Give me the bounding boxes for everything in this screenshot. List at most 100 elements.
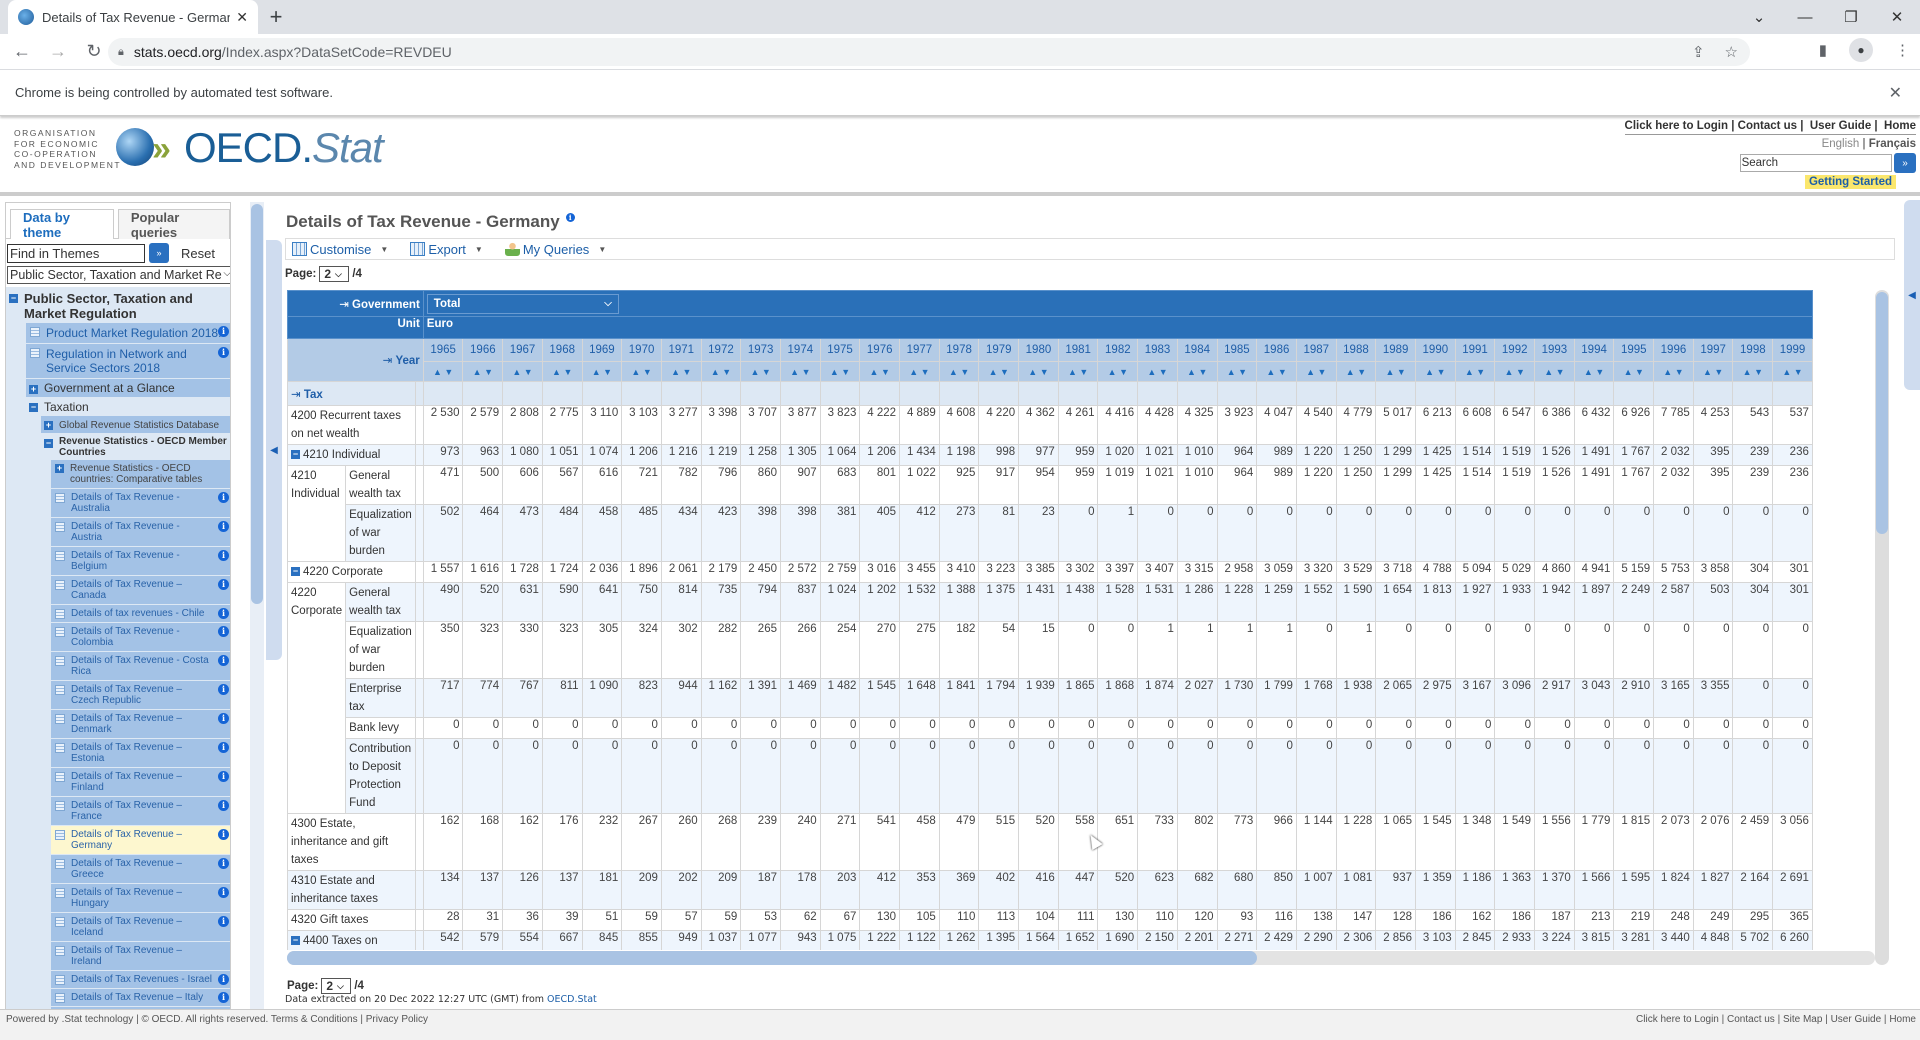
page-select[interactable]: 2 ⌵ bbox=[319, 266, 350, 282]
sort-ascending-icon[interactable]: ▲ bbox=[592, 367, 601, 377]
sort-ascending-icon[interactable]: ▲ bbox=[552, 367, 561, 377]
sort-ascending-icon[interactable]: ▲ bbox=[830, 367, 839, 377]
tree-leaf-country-dataset[interactable]: Details of Tax Revenue – Iceland i bbox=[51, 913, 230, 941]
sort-ascending-icon[interactable]: ▲ bbox=[1743, 367, 1752, 377]
expand-icon[interactable]: + bbox=[29, 385, 38, 394]
tree-leaf-country-dataset[interactable]: Details of Tax Revenue - Australia i bbox=[51, 489, 230, 517]
oecd-stat-link[interactable]: OECD.Stat bbox=[547, 994, 597, 1005]
sort-ascending-icon[interactable]: ▲ bbox=[512, 367, 521, 377]
page-select-bottom[interactable]: 2 ⌵ bbox=[321, 978, 352, 994]
oecd-stat-logo[interactable]: OECD.Stat bbox=[184, 124, 384, 172]
theme-select[interactable]: Public Sector, Taxation and Market Re ⌵ bbox=[7, 266, 230, 284]
tree-leaf-country-dataset[interactable]: Details of Tax Revenue – France i bbox=[51, 797, 230, 825]
back-icon[interactable]: ← bbox=[8, 41, 36, 62]
collapse-icon[interactable]: − bbox=[29, 403, 38, 412]
sort-ascending-icon[interactable]: ▲ bbox=[433, 367, 442, 377]
collapse-icon[interactable]: − bbox=[9, 294, 18, 303]
tree-leaf-country-dataset[interactable]: Details of tax revenues - Chile i bbox=[51, 605, 230, 622]
sort-descending-icon[interactable]: ▼ bbox=[1595, 367, 1604, 377]
sort-ascending-icon[interactable]: ▲ bbox=[1505, 367, 1514, 377]
close-infobar-icon[interactable]: ✕ bbox=[1889, 83, 1902, 103]
info-icon[interactable]: i bbox=[218, 974, 229, 985]
sort-ascending-icon[interactable]: ▲ bbox=[1584, 367, 1593, 377]
info-icon[interactable]: i bbox=[218, 742, 229, 753]
my-queries-menu[interactable]: My Queries ▼ bbox=[504, 242, 606, 257]
table-vertical-scrollbar[interactable] bbox=[1875, 290, 1889, 965]
sort-ascending-icon[interactable]: ▲ bbox=[750, 367, 759, 377]
sort-ascending-icon[interactable]: ▲ bbox=[711, 367, 720, 377]
tree-node-taxation[interactable]: − Taxation bbox=[26, 398, 230, 416]
sort-ascending-icon[interactable]: ▲ bbox=[1227, 367, 1236, 377]
sort-ascending-icon[interactable]: ▲ bbox=[1266, 367, 1275, 377]
reload-icon[interactable]: ↻ bbox=[80, 41, 108, 62]
tree-leaf-country-dataset[interactable]: Details of Tax Revenues - Israel i bbox=[51, 971, 230, 988]
year-dim-label[interactable]: ⇥ Year bbox=[287, 338, 424, 382]
sort-ascending-icon[interactable]: ▲ bbox=[1425, 367, 1434, 377]
find-go-button[interactable]: » bbox=[149, 243, 169, 263]
footer-left[interactable]: Powered by .Stat technology | © OECD. Al… bbox=[6, 1014, 428, 1025]
sort-ascending-icon[interactable]: ▲ bbox=[1663, 367, 1672, 377]
customise-menu[interactable]: Customise ▼ bbox=[292, 242, 388, 257]
info-icon[interactable]: i bbox=[218, 655, 229, 666]
sort-ascending-icon[interactable]: ▲ bbox=[1068, 367, 1077, 377]
sort-ascending-icon[interactable]: ▲ bbox=[989, 367, 998, 377]
share-icon[interactable]: ⇪ bbox=[1692, 43, 1705, 61]
info-icon[interactable]: i bbox=[218, 858, 229, 869]
collapse-right-panel-button[interactable]: ◀ bbox=[1904, 200, 1920, 390]
contact-link[interactable]: Contact us bbox=[1738, 120, 1797, 132]
sort-descending-icon[interactable]: ▼ bbox=[802, 367, 811, 377]
sort-descending-icon[interactable]: ▼ bbox=[960, 367, 969, 377]
sort-ascending-icon[interactable]: ▲ bbox=[1544, 367, 1553, 377]
minimize-icon[interactable]: — bbox=[1782, 0, 1828, 34]
close-window-icon[interactable]: ✕ bbox=[1874, 0, 1920, 34]
sort-ascending-icon[interactable]: ▲ bbox=[1028, 367, 1037, 377]
sort-ascending-icon[interactable]: ▲ bbox=[473, 367, 482, 377]
browser-tab[interactable]: Details of Tax Revenue - Germany ✕ bbox=[8, 0, 258, 34]
sort-descending-icon[interactable]: ▼ bbox=[1357, 367, 1366, 377]
user-guide-link[interactable]: User Guide bbox=[1810, 120, 1871, 132]
collapse-icon[interactable]: − bbox=[291, 450, 300, 460]
sort-descending-icon[interactable]: ▼ bbox=[1000, 367, 1009, 377]
info-icon[interactable]: i bbox=[218, 684, 229, 695]
tree-leaf-country-dataset[interactable]: Details of Tax Revenue – Hungary i bbox=[51, 884, 230, 912]
collapse-icon[interactable]: − bbox=[44, 439, 53, 448]
tree-leaf-country-dataset[interactable]: Details of Tax Revenue – Italy i bbox=[51, 989, 230, 1006]
getting-started-link[interactable]: Getting Started bbox=[1804, 175, 1896, 189]
info-icon[interactable]: i bbox=[218, 579, 229, 590]
tree-leaf-country-dataset[interactable]: Details of Tax Revenue - Belgium i bbox=[51, 547, 230, 575]
info-icon[interactable]: i bbox=[218, 550, 229, 561]
sort-descending-icon[interactable]: ▼ bbox=[1675, 367, 1684, 377]
login-link[interactable]: Click here to Login bbox=[1625, 120, 1729, 132]
info-icon[interactable]: i bbox=[218, 608, 229, 619]
expand-icon[interactable]: + bbox=[44, 421, 53, 430]
info-icon[interactable]: i bbox=[218, 916, 229, 927]
sort-descending-icon[interactable]: ▼ bbox=[1516, 367, 1525, 377]
tree-leaf-dataset[interactable]: Product Market Regulation 2018. i bbox=[26, 323, 230, 343]
sort-ascending-icon[interactable]: ▲ bbox=[1782, 367, 1791, 377]
tree-leaf-country-dataset[interactable]: Details of Tax Revenue – Finland i bbox=[51, 768, 230, 796]
sort-ascending-icon[interactable]: ▲ bbox=[1385, 367, 1394, 377]
sort-descending-icon[interactable]: ▼ bbox=[1437, 367, 1446, 377]
sort-descending-icon[interactable]: ▼ bbox=[484, 367, 493, 377]
sort-descending-icon[interactable]: ▼ bbox=[683, 367, 692, 377]
sort-descending-icon[interactable]: ▼ bbox=[1754, 367, 1763, 377]
tree-leaf-country-dataset[interactable]: Details of Tax Revenue – Denmark i bbox=[51, 710, 230, 738]
sort-ascending-icon[interactable]: ▲ bbox=[631, 367, 640, 377]
tree-root[interactable]: − Public Sector, Taxation and Market Regu… bbox=[6, 289, 230, 323]
sort-descending-icon[interactable]: ▼ bbox=[603, 367, 612, 377]
tree-node-government-at-a-glance[interactable]: + Government at a Glance bbox=[26, 379, 230, 397]
tree-node-revenue-statistics[interactable]: − Revenue Statistics - OECD Member Countr… bbox=[41, 434, 230, 460]
sort-descending-icon[interactable]: ▼ bbox=[1159, 367, 1168, 377]
sort-ascending-icon[interactable]: ▲ bbox=[1703, 367, 1712, 377]
new-tab-button[interactable]: + bbox=[262, 4, 290, 30]
site-search-button[interactable]: » bbox=[1894, 153, 1916, 173]
sort-descending-icon[interactable]: ▼ bbox=[1635, 367, 1644, 377]
sort-ascending-icon[interactable]: ▲ bbox=[1624, 367, 1633, 377]
info-icon[interactable]: i bbox=[565, 213, 575, 223]
sort-descending-icon[interactable]: ▼ bbox=[722, 367, 731, 377]
sort-descending-icon[interactable]: ▼ bbox=[1198, 367, 1207, 377]
sort-descending-icon[interactable]: ▼ bbox=[1476, 367, 1485, 377]
sort-ascending-icon[interactable]: ▲ bbox=[1306, 367, 1315, 377]
bookmark-star-icon[interactable]: ☆ bbox=[1725, 43, 1738, 61]
restore-icon[interactable]: ❐ bbox=[1828, 0, 1874, 34]
